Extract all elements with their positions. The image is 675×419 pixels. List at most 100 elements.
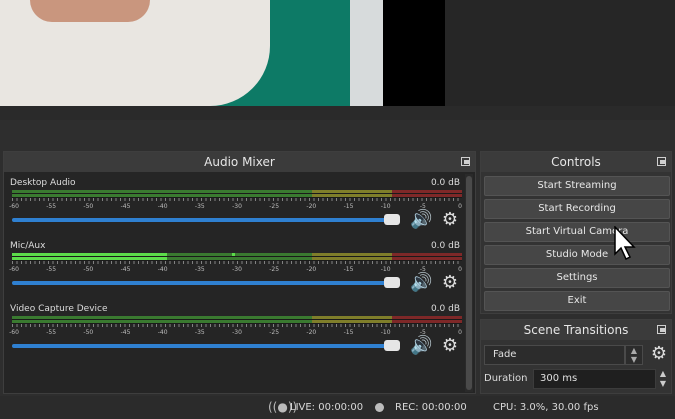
meter-tick-label: -10	[380, 266, 391, 273]
meter-tick-label: -30	[232, 266, 242, 273]
meter-tick-label: -50	[83, 329, 94, 336]
meter-tick-label: -20	[306, 203, 317, 210]
duration-spinner-icon[interactable]: ▲ ▼	[656, 369, 670, 389]
meter-tick-label: -30	[232, 329, 242, 336]
settings-button[interactable]: Settings	[484, 268, 670, 288]
meter-tick-label: -60	[9, 329, 19, 336]
exit-button[interactable]: Exit	[484, 291, 670, 311]
meter-tick-label: -35	[194, 203, 205, 210]
gear-icon[interactable]: ⚙	[440, 210, 460, 230]
gear-icon[interactable]: ⚙	[440, 273, 460, 293]
float-dock-icon[interactable]	[461, 157, 470, 166]
meter-green-b	[12, 194, 312, 197]
channel-db: 0.0 dB	[430, 304, 460, 314]
meter-tick-label: -10	[380, 329, 391, 336]
scene-transitions-body: Fade ▲ ▼ ⚙ Duration 300 ms ▲ ▼	[481, 340, 671, 393]
mouse-cursor-icon	[614, 226, 636, 261]
meter-tick-label: -45	[120, 203, 131, 210]
preview-video	[0, 0, 445, 106]
volume-fader[interactable]	[12, 344, 390, 348]
meter-tick-label: -45	[120, 266, 131, 273]
meter-tick-label: 0	[458, 329, 462, 336]
meter-tick-label: -15	[343, 266, 354, 273]
rec-time: REC: 00:00:00	[395, 402, 467, 413]
channel-name: Mic/Aux	[10, 241, 46, 251]
speaker-icon[interactable]: 🔊	[410, 336, 432, 356]
volume-fader-handle[interactable]	[384, 340, 400, 351]
gear-icon[interactable]: ⚙	[649, 344, 669, 364]
start-virtual-camera-button[interactable]: Start Virtual Camera	[484, 222, 670, 242]
meter-tick-label: -50	[83, 266, 94, 273]
meter-peak	[232, 253, 235, 256]
meter-green-a	[12, 316, 312, 319]
controls-dock: Controls Start Streaming Start Recording…	[480, 151, 672, 314]
scene-transitions-dock: Scene Transitions Fade ▲ ▼ ⚙ Duration 300…	[480, 319, 672, 394]
scene-transitions-title-text: Scene Transitions	[523, 323, 629, 337]
meter-ticks: -60 -55 -50 -45 -40 -35 -30 -25 -20 -15 -10 -5 0	[9, 261, 462, 273]
meter-tick-label: -25	[269, 203, 280, 210]
meter-active-b	[12, 257, 167, 260]
volume-fader[interactable]	[12, 218, 390, 222]
audio-mixer-dock: Audio Mixer Desktop Audio 0.0 dB -60 -55 -…	[3, 151, 476, 394]
meter-yellow-a	[312, 316, 392, 319]
mixer-channel-mic-aux: Mic/Aux 0.0 dB -60 -55 -50 -45 -40 -35 -30 -25 -…	[8, 237, 462, 297]
meter-tick-label: -40	[157, 203, 168, 210]
meter-yellow-b	[312, 194, 392, 197]
meter-tick-label: -55	[46, 266, 57, 273]
background-wall	[350, 0, 383, 106]
meter-tick-label: -15	[343, 203, 354, 210]
channel-name: Video Capture Device	[10, 304, 108, 314]
transition-select-arrows-icon[interactable]: ▲ ▼	[625, 345, 643, 365]
transition-select[interactable]: Fade	[484, 345, 625, 365]
studio-mode-button[interactable]: Studio Mode	[484, 245, 670, 265]
controls-title: Controls	[481, 152, 671, 172]
float-dock-icon[interactable]	[657, 325, 666, 334]
mixer-scrollbar-thumb[interactable]	[466, 176, 472, 390]
meter-tick-label: -45	[120, 329, 131, 336]
meter-red-b	[392, 194, 462, 197]
meter-tick-label: 0	[458, 266, 462, 273]
gear-icon[interactable]: ⚙	[440, 336, 460, 356]
mixer-channel-video-capture: Video Capture Device 0.0 dB -60 -55 -50 -45…	[8, 300, 462, 360]
duration-input[interactable]: 300 ms	[533, 369, 656, 389]
float-dock-icon[interactable]	[657, 157, 666, 166]
volume-meter	[12, 253, 462, 261]
start-recording-button[interactable]: Start Recording	[484, 199, 670, 219]
speaker-icon[interactable]: 🔊	[410, 273, 432, 293]
speaker-icon[interactable]: 🔊	[410, 210, 432, 230]
audio-mixer-body: Desktop Audio 0.0 dB -60 -55 -50 -45 -40 -35 -…	[4, 172, 475, 393]
dock-divider[interactable]	[0, 106, 675, 120]
volume-meter	[12, 190, 462, 198]
duration-label: Duration	[484, 373, 528, 384]
meter-active-a	[12, 253, 167, 256]
volume-fader-handle[interactable]	[384, 277, 400, 288]
audio-mixer-title: Audio Mixer	[4, 152, 475, 172]
start-streaming-button[interactable]: Start Streaming	[484, 176, 670, 196]
meter-tick-label: 0	[458, 203, 462, 210]
meter-tick-label: -35	[194, 329, 205, 336]
meter-tick-label: -30	[232, 203, 242, 210]
live-broadcast-icon: ((●))	[268, 400, 298, 414]
preview-area[interactable]	[0, 0, 675, 106]
channel-db: 0.0 dB	[430, 178, 460, 188]
meter-tick-label: -10	[380, 203, 391, 210]
meter-red-b	[392, 257, 462, 260]
status-bar: ((●)) LIVE: 00:00:00 REC: 00:00:00 CPU: …	[0, 396, 675, 419]
meter-yellow-b	[312, 320, 392, 323]
volume-fader[interactable]	[12, 281, 390, 285]
meter-tick-label: -55	[46, 203, 57, 210]
meter-tick-label: -40	[157, 329, 168, 336]
meter-red-b	[392, 320, 462, 323]
meter-yellow-a	[312, 253, 392, 256]
meter-ticks: -60 -55 -50 -45 -40 -35 -30 -25 -20 -15 -10 -5 0	[9, 198, 462, 210]
volume-fader-handle[interactable]	[384, 214, 400, 225]
scene-transitions-title: Scene Transitions	[481, 320, 671, 340]
mixer-scrollbar[interactable]	[465, 174, 473, 392]
meter-tick-label: -55	[46, 329, 57, 336]
meter-red-a	[392, 316, 462, 319]
record-icon	[375, 403, 384, 412]
meter-tick-label: -25	[269, 266, 280, 273]
volume-meter	[12, 316, 462, 324]
meter-ticks: -60 -55 -50 -45 -40 -35 -30 -25 -20 -15 -10 -5 0	[9, 324, 462, 336]
meter-tick-label: -40	[157, 266, 168, 273]
